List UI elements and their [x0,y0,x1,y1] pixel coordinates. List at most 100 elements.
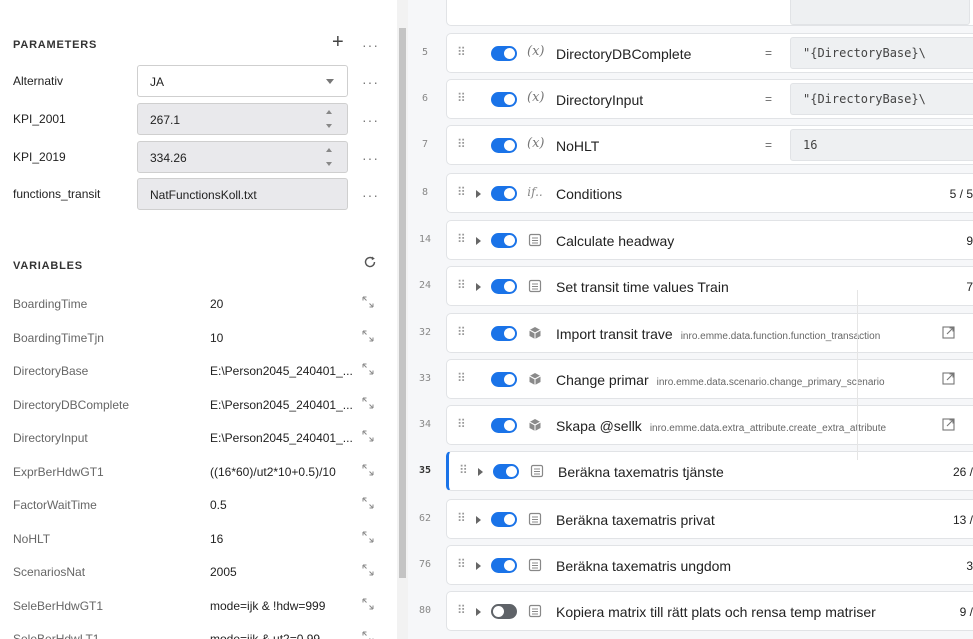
step-card[interactable]: ⠿ (x) DirectoryDBComplete = "{DirectoryBase}… [446,33,973,73]
parameter-value-field[interactable]: 334.26 [137,141,348,173]
drag-handle-icon[interactable]: ⠿ [457,232,466,246]
step-count: 7 [966,280,973,294]
chevron-down-icon[interactable] [326,79,334,84]
expand-icon[interactable] [362,430,374,442]
expand-arrow-icon[interactable] [476,190,481,198]
step-value-field[interactable]: 16 [790,129,973,161]
group-icon [528,604,542,618]
expand-icon[interactable] [362,564,374,576]
step-toggle[interactable] [491,512,517,527]
left-scrollbar-thumb[interactable] [399,28,406,578]
variable-row[interactable]: DirectoryInput E:\Person2045_240401_... [0,421,397,455]
step-card-partial[interactable] [446,0,973,26]
expand-icon[interactable] [362,363,374,375]
step-toggle[interactable] [491,418,517,433]
step-card[interactable]: ⠿ Beräkna taxematris tjänste 26 / [446,451,973,491]
expand-icon[interactable] [362,397,374,409]
drag-handle-icon[interactable]: ⠿ [457,185,466,199]
expand-arrow-icon[interactable] [478,468,483,476]
step-value-field[interactable] [790,0,970,25]
parameter-value-field[interactable]: NatFunctionsKoll.txt [137,178,348,210]
step-toggle[interactable] [491,326,517,341]
parameters-more-button[interactable]: ··· [362,38,379,52]
variable-row[interactable]: BoardingTime 20 [0,287,397,321]
parameter-label: functions_transit [13,187,101,201]
open-external-icon[interactable] [942,418,955,431]
parameters-title: PARAMETERS [13,39,98,51]
parameter-more-button[interactable]: ··· [362,188,379,202]
variable-row[interactable]: NoHLT 16 [0,522,397,556]
expand-icon[interactable] [362,497,374,509]
step-card[interactable]: ⠿ Set transit time values Train 7 [446,266,973,306]
step-card[interactable]: ⠿ Beräkna taxematris privat 13 / [446,499,973,539]
step-toggle[interactable] [491,279,517,294]
expand-icon[interactable] [362,598,374,610]
step-card[interactable]: ⠿ Beräkna taxematris ungdom 3 [446,545,973,585]
drag-handle-icon[interactable]: ⠿ [457,511,466,525]
step-toggle[interactable] [493,464,519,479]
group-icon [530,464,544,478]
step-toggle[interactable] [491,138,517,153]
drag-handle-icon[interactable]: ⠿ [457,325,466,339]
step-value-field[interactable]: "{DirectoryBase}\ [790,83,973,115]
step-toggle[interactable] [491,186,517,201]
stepper-icon[interactable] [325,145,335,169]
drag-handle-icon[interactable]: ⠿ [457,45,466,59]
drag-handle-icon[interactable]: ⠿ [457,91,466,105]
variable-row[interactable]: DirectoryDBComplete E:\Person2045_240401… [0,388,397,422]
refresh-icon[interactable] [363,255,377,269]
drag-handle-icon[interactable]: ⠿ [457,371,466,385]
parameter-more-button[interactable]: ··· [362,151,379,165]
parameter-more-button[interactable]: ··· [362,113,379,127]
step-toggle[interactable] [491,604,517,619]
step-card[interactable]: ⠿ Import transit trave inro.emme.data.func… [446,313,973,353]
expand-arrow-icon[interactable] [476,237,481,245]
drag-handle-icon[interactable]: ⠿ [457,557,466,571]
open-external-icon[interactable] [942,326,955,339]
drag-handle-icon[interactable]: ⠿ [459,463,468,477]
expand-icon[interactable] [362,631,374,639]
step-toggle[interactable] [491,46,517,61]
step-card[interactable]: ⠿ Calculate headway 9 [446,220,973,260]
step-card[interactable]: ⠿ (x) NoHLT = 16 [446,125,973,165]
expand-icon[interactable] [362,296,374,308]
step-card[interactable]: ⠿ if.. Conditions 5 / 5 [446,173,973,213]
drag-handle-icon[interactable]: ⠿ [457,137,466,151]
parameter-value-field[interactable]: 267.1 [137,103,348,135]
expand-arrow-icon[interactable] [476,608,481,616]
expand-icon[interactable] [362,330,374,342]
expand-icon[interactable] [362,531,374,543]
step-toggle[interactable] [491,558,517,573]
variable-row[interactable]: FactorWaitTime 0.5 [0,488,397,522]
step-card[interactable]: ⠿ Skapa @sellk inro.emme.data.extra_attrib… [446,405,973,445]
step-title: Change primar inro.emme.data.scenario.cha… [556,372,885,388]
expand-arrow-icon[interactable] [476,516,481,524]
expand-arrow-icon[interactable] [476,562,481,570]
expand-arrow-icon[interactable] [476,283,481,291]
group-icon [528,558,542,572]
stepper-icon[interactable] [325,107,335,131]
variable-name: ScenariosNat [13,565,86,579]
variable-row[interactable]: SeleBerHdwLT1 mode=ijk & ut2=0.99 [0,622,397,639]
open-external-icon[interactable] [942,372,955,385]
add-parameter-button[interactable]: + [332,32,344,52]
variable-row[interactable]: ScenariosNat 2005 [0,555,397,589]
drag-handle-icon[interactable]: ⠿ [457,417,466,431]
drag-handle-icon[interactable]: ⠿ [457,603,466,617]
variable-row[interactable]: SeleBerHdwGT1 mode=ijk & !hdw=999 [0,589,397,623]
drag-handle-icon[interactable]: ⠿ [457,278,466,292]
step-card[interactable]: ⠿ Change primar inro.emme.data.scenario.ch… [446,359,973,399]
variable-row[interactable]: BoardingTimeTjn 10 [0,321,397,355]
step-toggle[interactable] [491,92,517,107]
parameter-more-button[interactable]: ··· [362,75,379,89]
expand-icon[interactable] [362,464,374,476]
step-value-field[interactable]: "{DirectoryBase}\ [790,37,973,69]
variable-row[interactable]: DirectoryBase E:\Person2045_240401_... [0,354,397,388]
parameter-value-field[interactable]: JA [137,65,348,97]
variable-row[interactable]: ExprBerHdwGT1 ((16*60)/ut2*10+0.5)/10 [0,455,397,489]
parameter-label: KPI_2001 [13,112,66,126]
step-toggle[interactable] [491,372,517,387]
step-toggle[interactable] [491,233,517,248]
step-card[interactable]: ⠿ (x) DirectoryInput = "{DirectoryBase}\ [446,79,973,119]
step-card[interactable]: ⠿ Kopiera matrix till rätt plats och rens… [446,591,973,631]
